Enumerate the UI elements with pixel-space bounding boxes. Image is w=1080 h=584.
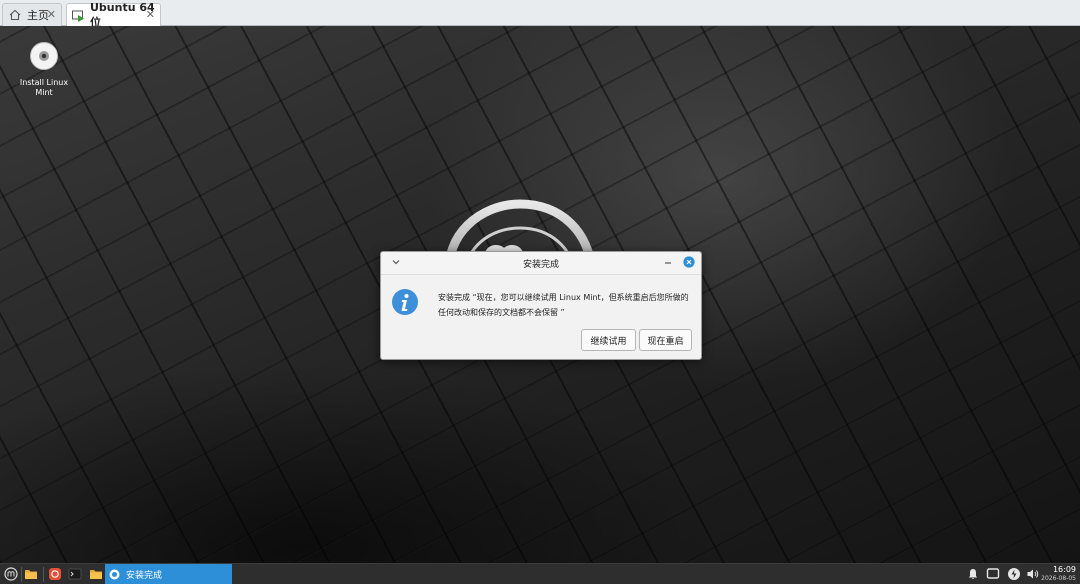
dialog-titlebar[interactable]: 安装完成 [381,252,701,275]
taskbar-separator [43,567,44,582]
tab-label: 主页 [27,9,49,22]
close-icon[interactable]: ✕ [47,8,56,21]
dialog-message-line: 安装完成 “现在，您可以继续试用 Linux Mint，但系统重启后您所做的 [438,293,689,302]
installer-icon [109,569,120,579]
disc-icon [30,42,58,70]
desktop-icon-label: Mint [35,88,53,97]
mint-menu-icon[interactable] [4,567,18,581]
dialog-message: 安装完成 “现在，您可以继续试用 Linux Mint，但系统重启后您所做的 任… [438,290,696,320]
dialog-title: 安装完成 [522,260,559,270]
minimize-icon [665,262,671,264]
continue-testing-button[interactable]: 继续试用 [581,329,636,351]
home-icon [8,8,22,22]
clock-date: 2026-08-05 [1041,575,1076,582]
dialog-message-line: 任何改动和保存的文档都不会保留 ” [438,308,565,317]
info-icon [392,289,418,315]
network-icon[interactable] [1007,567,1021,581]
installation-complete-dialog: 安装完成 安装完成 “现在，您可以继续试用 Linux Mint，但系统重启后您… [380,251,702,360]
tab-home[interactable]: 主页 ✕ [2,3,62,26]
folder-icon[interactable] [89,567,103,581]
close-icon[interactable]: ✕ [146,8,155,21]
close-icon[interactable] [683,256,695,268]
vm-tab-bar: 主页 ✕ Ubuntu 64 位 ✕ [0,0,1080,29]
notification-icon[interactable] [966,567,980,581]
taskbar: 安装完成 16:09 2026-08-05 [0,563,1080,584]
files-icon[interactable] [24,567,38,581]
desktop-icon-install-linux-mint[interactable]: Install Linux Mint [16,41,72,98]
restart-now-button[interactable]: 现在重启 [639,329,692,351]
vm-icon [72,9,85,23]
clock[interactable]: 16:09 2026-08-05 [1036,565,1076,583]
desktop-icon-label: Install Linux [19,78,69,87]
taskbar-separator [21,567,22,582]
tab-ubuntu[interactable]: Ubuntu 64 位 ✕ [66,1,161,29]
minimize-button[interactable] [661,255,675,269]
taskbar-window-installation-complete[interactable]: 安装完成 [105,564,232,584]
clock-time: 16:09 [1052,565,1076,574]
software-manager-icon[interactable] [48,567,62,581]
display-icon[interactable] [986,567,1000,581]
terminal-icon[interactable] [68,567,82,581]
taskbar-window-label: 安装完成 [126,570,163,581]
screen: 主页 ✕ Ubuntu 64 位 ✕ Install Linux Mint 安装… [0,0,1080,584]
